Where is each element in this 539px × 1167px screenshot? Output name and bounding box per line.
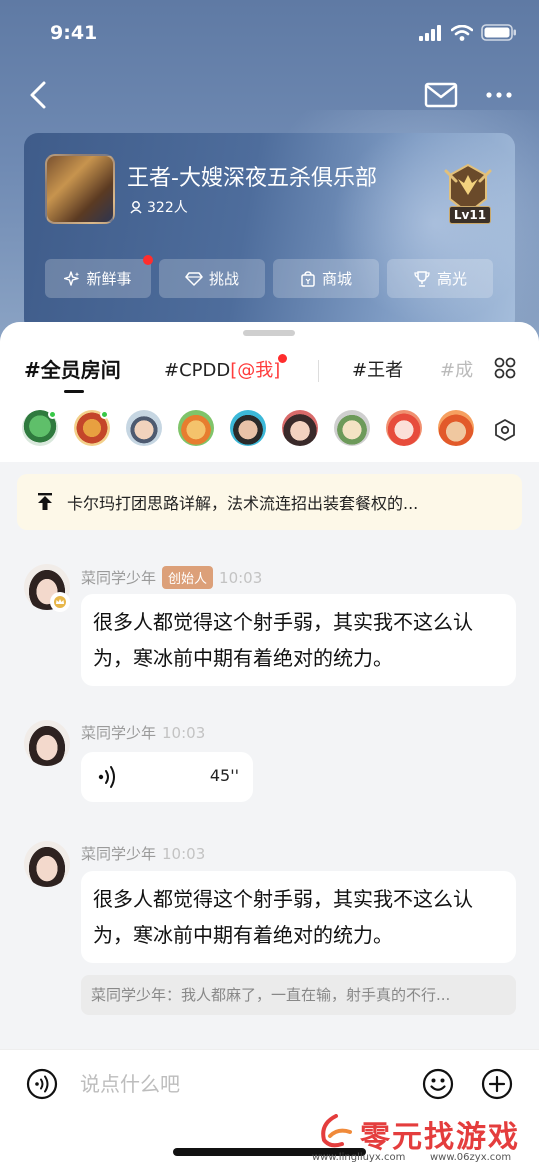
club-card: 王者-大嫂深夜五杀俱乐部 322人 Lv11 新鲜事 挑战 商城 高光 <box>24 133 515 333</box>
online-indicator <box>48 410 57 419</box>
top-nav <box>0 76 539 116</box>
sender-name[interactable]: 菜同学少年 <box>81 722 156 743</box>
news-button-label: 新鲜事 <box>86 270 132 288</box>
message-bubble[interactable]: 很多人都觉得这个射手弱，其实我不这么认为，寒冰前中期有着绝对的统力。 <box>81 594 516 686</box>
chat-message: 菜同学少年 10:03 很多人都觉得这个射手弱，其实我不这么认为，寒冰前中期有着… <box>0 841 539 1021</box>
shop-button-label: 商城 <box>321 270 352 288</box>
chat-message: 菜同学少年 10:03 45'' <box>0 720 539 810</box>
message-time: 10:03 <box>219 568 263 587</box>
voice-duration: 45'' <box>209 766 239 785</box>
plus-icon[interactable] <box>481 1068 513 1100</box>
member-avatar[interactable] <box>282 410 318 446</box>
club-actions: 新鲜事 挑战 商城 高光 <box>45 255 493 298</box>
highlight-button-label: 高光 <box>436 270 467 288</box>
tab-more-faded[interactable]: #成 <box>440 356 473 382</box>
member-avatar[interactable] <box>230 410 266 446</box>
battery-icon <box>481 24 516 41</box>
watermark-title: 零元找游戏 <box>360 1120 520 1155</box>
challenge-button-label: 挑战 <box>208 270 239 288</box>
member-count-text: 322人 <box>147 200 188 216</box>
message-time: 10:03 <box>162 723 206 742</box>
tab-cpdd-dot <box>278 354 287 363</box>
club-name: 王者-大嫂深夜五杀俱乐部 <box>127 166 377 191</box>
club-member-count[interactable]: 322人 <box>129 197 188 217</box>
member-icon <box>130 201 142 214</box>
tab-cpdd[interactable]: #CPDD[@我] <box>164 354 287 382</box>
message-meta: 菜同学少年 创始人 10:03 <box>81 566 262 589</box>
shop-icon <box>301 270 315 287</box>
club-avatar[interactable] <box>45 154 115 224</box>
room-tabs: #全员房间 #CPDD[@我] #王者 #成 <box>0 352 539 393</box>
tab-divider <box>318 360 319 382</box>
level-label: Lv11 <box>449 206 491 224</box>
voice-wave-icon <box>98 766 115 788</box>
signal-icon <box>419 24 441 41</box>
shop-button[interactable]: 商城 <box>273 259 379 298</box>
sender-name[interactable]: 菜同学少年 <box>81 843 156 864</box>
voice-input-icon[interactable] <box>26 1068 58 1100</box>
news-notification-dot <box>143 255 153 265</box>
chat-sheet: #全员房间 #CPDD[@我] #王者 #成 卡尔玛打团思路详解，法术流连招出装… <box>0 322 539 1167</box>
status-time: 9:41 <box>50 22 98 44</box>
message-bubble[interactable]: 很多人都觉得这个射手弱，其实我不这么认为，寒冰前中期有着绝对的统力。 <box>81 871 516 963</box>
quoted-reply[interactable]: 菜同学少年：我人都麻了，一直在输，射手真的不行... <box>81 975 516 1015</box>
member-avatar[interactable] <box>438 410 474 446</box>
status-icons <box>419 24 517 41</box>
sender-name[interactable]: 菜同学少年 <box>81 567 156 588</box>
pinned-announcement[interactable]: 卡尔玛打团思路详解，法术流连招出装套餐权的... <box>17 474 522 530</box>
more-icon[interactable] <box>484 82 514 108</box>
message-meta: 菜同学少年 10:03 <box>81 843 205 864</box>
crown-icon <box>54 596 66 608</box>
watermark-url: www.lingliuyx.com <box>312 1152 406 1163</box>
online-indicator <box>100 410 109 419</box>
member-avatar[interactable] <box>178 410 214 446</box>
voice-message[interactable]: 45'' <box>81 752 253 802</box>
user-avatar[interactable] <box>24 841 70 887</box>
founder-badge: 创始人 <box>162 566 214 589</box>
settings-icon[interactable] <box>493 418 517 442</box>
online-members <box>0 408 539 452</box>
pinned-text: 卡尔玛打团思路详解，法术流连招出装套餐权的... <box>67 494 419 513</box>
tab-wangzhe[interactable]: #王者 <box>352 356 403 382</box>
message-input[interactable] <box>80 1068 400 1100</box>
trophy-icon <box>414 270 430 287</box>
mail-icon[interactable] <box>424 82 458 108</box>
sparkle-icon <box>64 270 80 286</box>
watermark-logo-icon <box>321 1114 352 1148</box>
member-avatar[interactable] <box>386 410 422 446</box>
pin-top-icon <box>38 493 52 510</box>
wifi-icon <box>451 24 473 41</box>
news-button[interactable]: 新鲜事 <box>45 255 153 298</box>
status-bar: 9:41 <box>0 0 539 60</box>
founder-crown <box>50 592 70 612</box>
chat-message: 菜同学少年 创始人 10:03 很多人都觉得这个射手弱，其实我不这么认为，寒冰前… <box>0 564 539 694</box>
member-avatar[interactable] <box>126 410 162 446</box>
message-meta: 菜同学少年 10:03 <box>81 722 205 743</box>
user-avatar[interactable] <box>24 720 70 766</box>
message-time: 10:03 <box>162 844 206 863</box>
diamond-icon <box>185 271 203 286</box>
emoji-icon[interactable] <box>422 1068 454 1100</box>
watermark-url: www.06zyx.com <box>430 1152 512 1163</box>
tab-cpdd-label: #CPDD <box>164 360 231 381</box>
back-icon[interactable] <box>24 80 54 110</box>
active-tab-indicator <box>64 390 84 393</box>
site-watermark: 零元找游戏 www.lingliuyx.com www.06zyx.com <box>312 1108 532 1166</box>
tab-all-members[interactable]: #全员房间 <box>24 354 121 383</box>
drag-handle[interactable] <box>243 330 295 336</box>
grid-icon[interactable] <box>494 357 516 379</box>
member-avatar[interactable] <box>334 410 370 446</box>
challenge-button[interactable]: 挑战 <box>159 259 265 298</box>
highlight-button[interactable]: 高光 <box>387 259 493 298</box>
tab-cpdd-mention: [@我] <box>230 360 281 381</box>
